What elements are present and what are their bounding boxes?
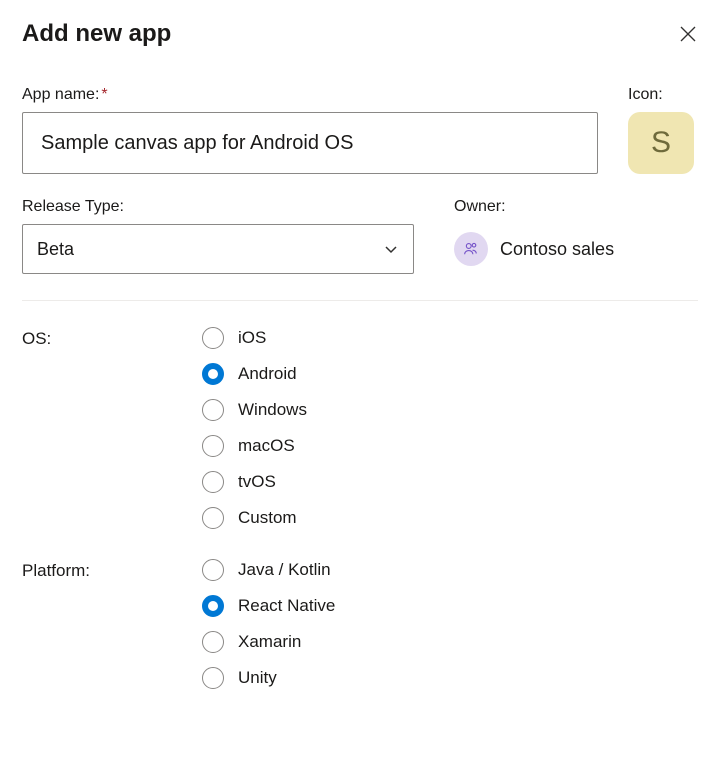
os-option-tvos[interactable]: tvOS	[202, 471, 307, 493]
radio-icon	[202, 507, 224, 529]
release-type-value: Beta	[37, 239, 74, 260]
os-option-label: tvOS	[238, 472, 276, 492]
radio-icon	[202, 327, 224, 349]
os-option-label: iOS	[238, 328, 266, 348]
page-title: Add new app	[22, 20, 171, 48]
radio-icon	[202, 435, 224, 457]
os-option-label: Android	[238, 364, 297, 384]
people-icon	[454, 232, 488, 266]
platform-option-label: React Native	[238, 596, 335, 616]
owner-value[interactable]: Contoso sales	[454, 224, 698, 274]
owner-label: Owner:	[454, 198, 698, 216]
os-option-label: Windows	[238, 400, 307, 420]
app-icon-preview[interactable]: S	[628, 112, 694, 174]
radio-icon	[202, 399, 224, 421]
radio-icon	[202, 471, 224, 493]
app-name-input[interactable]	[22, 112, 598, 174]
radio-icon	[202, 631, 224, 653]
radio-icon	[202, 363, 224, 385]
os-option-custom[interactable]: Custom	[202, 507, 307, 529]
os-option-label: Custom	[238, 508, 297, 528]
os-option-windows[interactable]: Windows	[202, 399, 307, 421]
release-type-select[interactable]: Beta	[22, 224, 414, 274]
platform-option-react-native[interactable]: React Native	[202, 595, 335, 617]
release-type-label: Release Type:	[22, 198, 414, 216]
section-divider	[22, 300, 698, 301]
owner-name: Contoso sales	[500, 239, 614, 260]
os-label: OS:	[22, 327, 202, 529]
app-name-label: App name:*	[22, 86, 598, 104]
os-option-android[interactable]: Android	[202, 363, 307, 385]
radio-icon	[202, 595, 224, 617]
os-option-ios[interactable]: iOS	[202, 327, 307, 349]
platform-option-label: Xamarin	[238, 632, 301, 652]
os-option-label: macOS	[238, 436, 295, 456]
icon-label: Icon:	[628, 86, 698, 104]
close-icon[interactable]	[678, 24, 698, 44]
platform-option-java-kotlin[interactable]: Java / Kotlin	[202, 559, 335, 581]
platform-option-label: Unity	[238, 668, 277, 688]
radio-icon	[202, 559, 224, 581]
required-indicator: *	[101, 86, 107, 103]
radio-icon	[202, 667, 224, 689]
platform-option-unity[interactable]: Unity	[202, 667, 335, 689]
platform-option-label: Java / Kotlin	[238, 560, 331, 580]
os-option-macos[interactable]: macOS	[202, 435, 307, 457]
platform-option-xamarin[interactable]: Xamarin	[202, 631, 335, 653]
chevron-down-icon	[383, 241, 399, 257]
platform-label: Platform:	[22, 559, 202, 689]
